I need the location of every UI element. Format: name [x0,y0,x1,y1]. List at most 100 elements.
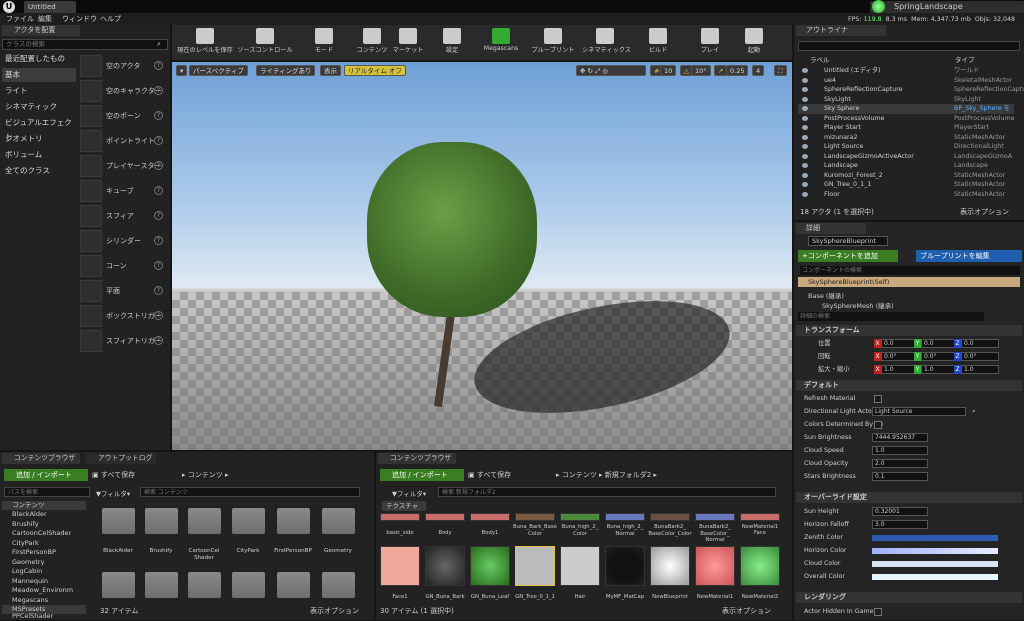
outliner-row[interactable]: Player Start PlayerStart [798,123,1014,133]
asset-thumbnail[interactable] [515,513,555,521]
component-self[interactable]: SkySphereBlueprint(Self) [798,277,1020,287]
asset-thumbnail[interactable] [470,546,510,586]
eye-icon[interactable] [802,191,808,197]
output-log-tab[interactable]: アウトプットログ [86,453,156,464]
outliner-row[interactable]: ue4 SkeletalMeshActor [798,76,1014,86]
outliner-type-header[interactable]: タイプ [955,54,975,64]
marketplace-button[interactable]: マーケット [390,26,426,59]
help-icon[interactable]: ? [154,111,163,120]
category-lights[interactable]: ライト [2,84,76,98]
category-geometry[interactable]: ジオメトリ [2,132,76,146]
asset-thumbnail[interactable] [605,513,645,521]
folder-icon[interactable] [277,572,310,598]
menu-edit[interactable]: 編集 [38,14,52,24]
asset-thumbnail[interactable] [470,513,510,521]
place-item-empty-actor[interactable]: 空のアクタ? [80,54,168,78]
asset-thumbnail[interactable] [695,513,735,521]
location-z[interactable]: 0.0 [961,339,999,348]
place-item-empty-character[interactable]: 空のキャラクター? [80,79,168,103]
asset-thumbnail[interactable] [740,546,780,586]
folder-icon[interactable] [232,572,265,598]
play-button[interactable]: プレイ [692,26,728,59]
place-item-cube[interactable]: キューブ? [80,179,168,203]
category-all-classes[interactable]: 全てのクラス [2,164,76,178]
folder-icon[interactable] [277,508,310,534]
scale-z[interactable]: 1.0 [961,365,999,374]
sun-brightness-field[interactable]: 7444.952637 [872,433,928,442]
cloud-color-swatch[interactable] [872,561,998,567]
save-all-button[interactable]: ▣ すべて保存 [92,469,135,481]
add-import-button[interactable]: 追加 / インポート [4,469,88,481]
section-override[interactable]: オーバーライド設定 [796,492,1022,503]
asset-thumbnail[interactable] [650,513,690,521]
tree-item[interactable]: Megascans [2,596,86,605]
place-actors-tab[interactable]: アクタを配置 [2,25,80,36]
outliner-row[interactable]: Light Source DirectionalLight [798,142,1014,152]
eye-icon[interactable] [802,182,808,187]
place-item-cylinder[interactable]: シリンダー? [80,229,168,253]
content-search-input[interactable]: 検索 コンテンツ [140,487,360,497]
camera-speed-button[interactable]: 4 [752,65,765,76]
eye-icon[interactable] [802,144,808,149]
folder-icon[interactable] [188,572,221,598]
path-search-input[interactable]: パスを検索 [4,487,90,497]
place-item-cone[interactable]: コーン? [80,254,168,278]
launch-button[interactable]: 起動 [736,26,772,59]
place-item-player-start[interactable]: プレイヤースター? [80,154,168,178]
help-icon[interactable]: ? [154,211,163,220]
eye-icon[interactable] [802,172,808,178]
content-search-input[interactable]: 検索 新規フォルダ2 [438,487,776,497]
texture-filter-chip[interactable]: テクスチャ [382,501,426,511]
tree-item[interactable]: Brushify [2,520,86,529]
path-breadcrumb[interactable]: ▸ コンテンツ ▸ [182,469,229,481]
level-tab[interactable]: Untitled [24,1,76,13]
outliner-label-header[interactable]: ラベル [810,54,830,64]
menu-file[interactable]: ファイル [6,14,34,24]
view-options-button[interactable]: 表示オプション [310,606,359,616]
outliner-row[interactable]: Kuromozi_Forest_2 StaticMeshActor [798,171,1014,181]
outliner-row[interactable]: Untitled (エディタ) ワールド [798,66,1014,76]
tree-item[interactable]: Mannequin [2,577,86,586]
folder-icon[interactable] [145,508,178,534]
outliner-row[interactable]: PostProcessVolume PostProcessVolume [798,114,1014,124]
blueprints-button[interactable]: ブループリント [526,26,580,59]
section-rendering[interactable]: レンダリング [796,592,1022,603]
tree-item[interactable]: LogCabin [2,567,86,576]
level-viewport[interactable] [172,62,792,450]
folder-icon[interactable] [322,572,355,598]
sun-height-field[interactable]: 0.32001 [872,507,928,516]
tree-item[interactable]: CartoonCelShader [2,529,86,538]
eye-icon[interactable] [802,125,808,130]
asset-thumbnail[interactable] [425,546,465,586]
edit-blueprint-button[interactable]: ブループリントを編集 [916,250,1022,262]
refresh-material-checkbox[interactable] [874,395,882,403]
actor-hidden-checkbox[interactable] [874,608,882,616]
stars-brightness-field[interactable]: 0.1 [872,472,928,481]
help-icon[interactable]: ? [154,286,163,295]
class-search-input[interactable]: クラスの検索 [2,39,168,50]
help-icon[interactable]: ? [154,136,163,145]
viewport-options-button[interactable]: ▾ [176,65,188,76]
eye-icon[interactable] [802,77,808,83]
asset-thumbnail[interactable] [695,546,735,586]
place-item-sphere[interactable]: スフィア? [80,204,168,228]
component-mesh[interactable]: SkySphereMesh (継承) [822,300,894,310]
help-icon[interactable]: ? [154,236,163,245]
world-outliner-tab[interactable]: アウトライナ [796,25,886,36]
content-browser-tab[interactable]: コンテンツブラウザ [2,453,80,464]
cloud-opacity-field[interactable]: 2.0 [872,459,928,468]
realtime-off-button[interactable]: リアルタイム オフ [344,65,406,76]
section-default[interactable]: デフォルト [796,380,1022,391]
category-visual-effects[interactable]: ビジュアルエフェクト [2,116,76,141]
horizon-falloff-field[interactable]: 3.0 [872,520,928,529]
asset-thumbnail[interactable] [380,513,420,521]
cloud-speed-field[interactable]: 1.0 [872,446,928,455]
details-tab[interactable]: 詳細 [796,223,866,234]
save-level-button[interactable]: 現在のレベルを保存 [176,26,234,59]
eye-icon[interactable] [802,106,808,111]
tree-item[interactable]: CityPark [2,539,86,548]
colors-determined-checkbox[interactable] [874,421,882,429]
eye-icon[interactable] [802,163,808,168]
source-control-button[interactable]: ソースコントロール [236,26,294,59]
asset-thumbnail[interactable] [740,513,780,521]
